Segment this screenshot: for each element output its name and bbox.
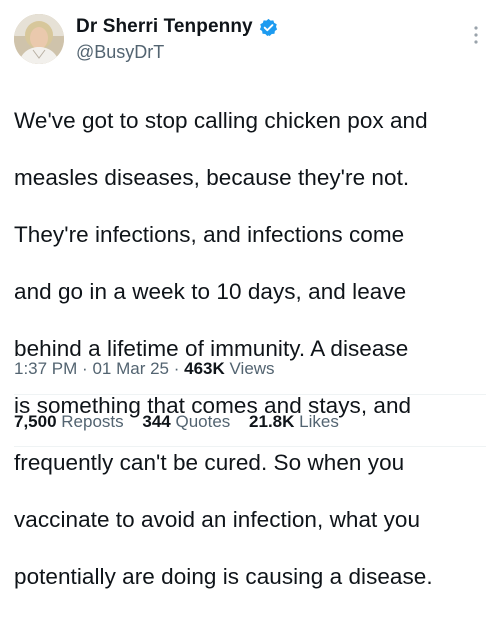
quotes-stat[interactable]: 344 Quotes xyxy=(142,412,230,431)
tweet-meta: 1:37 PM · 01 Mar 25 · 463K Views xyxy=(14,358,275,380)
more-options-icon[interactable] xyxy=(466,24,486,46)
views-label: Views xyxy=(229,359,275,378)
quotes-count: 344 xyxy=(142,412,171,431)
author-handle[interactable]: @BusyDrT xyxy=(76,41,164,63)
tweet-text-line: measles diseases, because they're not. xyxy=(14,164,410,190)
reposts-count: 7,500 xyxy=(14,412,57,431)
tweet-text-line: They're infections, and infections come xyxy=(14,221,405,247)
author-display-name[interactable]: Dr Sherri Tenpenny xyxy=(76,15,253,39)
tweet-time[interactable]: 1:37 PM xyxy=(14,359,77,378)
tweet-card: Dr Sherri Tenpenny @BusyDrT We've got to… xyxy=(0,0,500,589)
likes-count: 21.8K xyxy=(249,412,295,431)
reposts-stat[interactable]: 7,500 Reposts xyxy=(14,412,124,431)
tweet-text-line: potentially are doing is causing a disea… xyxy=(14,563,433,589)
avatar[interactable] xyxy=(14,14,64,64)
tweet-text-line: We've got to stop calling chicken pox an… xyxy=(14,107,428,133)
views-count[interactable]: 463K xyxy=(184,359,225,378)
meta-separator: · xyxy=(82,359,88,378)
tweet-text-line: frequently can't be cured. So when you xyxy=(14,449,405,475)
reposts-label: Reposts xyxy=(61,412,124,431)
engagement-stats: 7,500 Reposts 344 Quotes 21.8K Likes xyxy=(14,411,353,433)
tweet-text: We've got to stop calling chicken pox an… xyxy=(14,78,492,620)
divider xyxy=(14,446,486,447)
verified-badge-icon[interactable] xyxy=(259,18,278,37)
meta-separator: · xyxy=(173,359,180,378)
tweet-text-line: and go in a week to 10 days, and leave xyxy=(14,278,407,304)
likes-stat[interactable]: 21.8K Likes xyxy=(249,412,339,431)
tweet-date[interactable]: 01 Mar 25 xyxy=(92,359,169,378)
quotes-label: Quotes xyxy=(175,412,231,431)
tweet-text-line: vaccinate to avoid an infection, what yo… xyxy=(14,506,421,532)
likes-label: Likes xyxy=(299,412,339,431)
divider xyxy=(14,394,486,395)
author-name-row: Dr Sherri Tenpenny xyxy=(76,15,278,39)
